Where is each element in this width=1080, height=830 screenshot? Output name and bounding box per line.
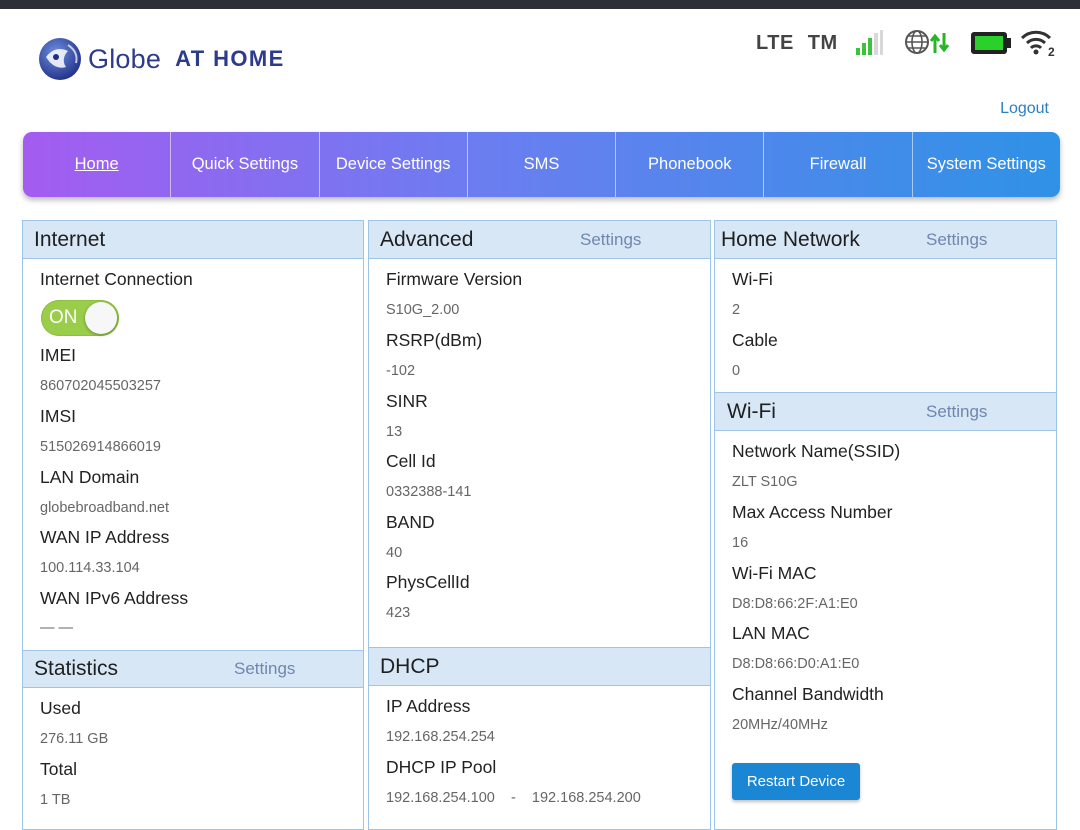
advanced-panel: Advanced Settings Firmware Version S10G_…	[368, 220, 711, 648]
logout-link[interactable]: Logout	[1000, 100, 1049, 118]
cell-id-value: 0332388-141	[386, 484, 472, 500]
max-access-value: 16	[732, 535, 749, 551]
advanced-title: Advanced	[380, 227, 474, 251]
wan-ipv6-value: — —	[40, 620, 74, 636]
dhcp-pool-label: DHCP IP Pool	[386, 757, 497, 777]
nav-system-settings[interactable]: System Settings	[913, 132, 1060, 197]
wifi-title: Wi-Fi	[727, 399, 776, 423]
wifi-icon: 2	[1020, 30, 1055, 57]
toggle-state-label: ON	[49, 307, 78, 328]
dhcp-ip-label: IP Address	[386, 696, 471, 716]
advanced-settings-link[interactable]: Settings	[580, 230, 641, 250]
cell-id-label: Cell Id	[386, 451, 436, 471]
toggle-knob	[85, 302, 117, 334]
home-network-title: Home Network	[721, 227, 860, 251]
internet-panel-header: Internet	[23, 221, 363, 259]
cable-clients-label: Cable	[732, 330, 778, 350]
dhcp-ip-value: 192.168.254.254	[386, 729, 495, 745]
ssid-label: Network Name(SSID)	[732, 441, 901, 461]
lan-mac-label: LAN MAC	[732, 623, 810, 643]
used-value: 276.11 GB	[40, 731, 109, 747]
channel-bandwidth-label: Channel Bandwidth	[732, 684, 884, 704]
imsi-label: IMSI	[40, 406, 76, 426]
wifi-panel-header: Wi-Fi Settings	[715, 393, 1056, 431]
wifi-clients-value: 2	[732, 302, 741, 318]
nav-firewall[interactable]: Firewall	[764, 132, 913, 197]
ssid-value: ZLT S10G	[732, 474, 798, 490]
brand-tagline: AT HOME	[175, 46, 285, 71]
nav-phonebook[interactable]: Phonebook	[616, 132, 765, 197]
statistics-settings-link[interactable]: Settings	[234, 659, 295, 679]
globe-logo-icon	[39, 38, 81, 80]
dhcp-panel-header: DHCP	[369, 648, 710, 686]
carrier-name: TM	[807, 31, 838, 54]
internet-connection-label: Internet Connection	[40, 269, 193, 289]
firmware-value: S10G_2.00	[386, 302, 460, 318]
statistics-panel: Statistics Settings Used 276.11 GB Total…	[22, 650, 364, 830]
home-network-panel: Home Network Settings Wi-Fi 2 Cable 0	[714, 220, 1057, 393]
main-nav: Home Quick Settings Device Settings SMS …	[23, 132, 1060, 197]
statistics-panel-header: Statistics Settings	[23, 650, 363, 688]
top-bar	[0, 0, 1080, 9]
wifi-settings-link[interactable]: Settings	[926, 402, 987, 422]
lan-domain-value: globebroadband.net	[40, 500, 170, 516]
max-access-label: Max Access Number	[732, 502, 893, 522]
battery-icon	[970, 32, 1011, 54]
statistics-title: Statistics	[34, 657, 119, 680]
channel-bandwidth-value: 20MHz/40MHz	[732, 717, 828, 733]
status-bar: LTE TM 2	[756, 28, 1056, 58]
nav-device-settings[interactable]: Device Settings	[320, 132, 468, 197]
band-value: 40	[386, 545, 403, 561]
band-label: BAND	[386, 512, 435, 532]
wifi-client-count: 2	[1048, 45, 1055, 57]
wan-ip-value: 100.114.33.104	[40, 560, 140, 576]
wifi-mac-value: D8:D8:66:2F:A1:E0	[732, 596, 858, 612]
imsi-value: 515026914866019	[40, 439, 161, 455]
total-label: Total	[40, 759, 77, 779]
nav-quick-settings[interactable]: Quick Settings	[171, 132, 320, 197]
dhcp-pool-value: 192.168.254.100 - 192.168.254.200	[386, 790, 641, 806]
signal-bars-icon	[855, 30, 883, 55]
nav-sms[interactable]: SMS	[468, 132, 617, 197]
brand-logo[interactable]: Globe AT HOME	[38, 36, 285, 82]
phys-cell-id-label: PhysCellId	[386, 572, 470, 592]
rsrp-label: RSRP(dBm)	[386, 330, 483, 350]
advanced-panel-header: Advanced Settings	[369, 221, 710, 259]
firmware-label: Firmware Version	[386, 269, 523, 289]
internet-panel: Internet Internet Connection ON IMEI 860…	[22, 220, 364, 651]
internet-connection-toggle[interactable]: ON	[41, 300, 119, 336]
wan-ipv6-label: WAN IPv6 Address	[40, 588, 189, 608]
wifi-mac-label: Wi-Fi MAC	[732, 563, 817, 583]
restart-device-button[interactable]: Restart Device	[732, 763, 860, 800]
home-network-settings-link[interactable]: Settings	[926, 230, 987, 250]
dhcp-panel: DHCP IP Address 192.168.254.254 DHCP IP …	[368, 647, 711, 830]
brand-name: Globe	[88, 43, 162, 74]
globe-data-icon	[904, 30, 949, 54]
imei-label: IMEI	[40, 345, 76, 365]
phys-cell-id-value: 423	[386, 605, 411, 621]
cable-clients-value: 0	[732, 363, 741, 379]
sinr-value: 13	[386, 424, 403, 440]
home-network-panel-header: Home Network Settings	[715, 221, 1056, 259]
lan-domain-label: LAN Domain	[40, 467, 140, 487]
nav-home[interactable]: Home	[23, 132, 172, 197]
imei-value: 860702045503257	[40, 378, 161, 394]
rsrp-value: -102	[386, 363, 416, 379]
internet-title: Internet	[34, 227, 106, 251]
network-type: LTE	[756, 31, 794, 54]
sinr-label: SINR	[386, 391, 428, 411]
lan-mac-value: D8:D8:66:D0:A1:E0	[732, 656, 860, 672]
wifi-clients-label: Wi-Fi	[732, 269, 773, 289]
total-value: 1 TB	[40, 792, 71, 808]
dhcp-title: DHCP	[380, 654, 440, 678]
used-label: Used	[40, 698, 81, 718]
wan-ip-label: WAN IP Address	[40, 527, 170, 547]
